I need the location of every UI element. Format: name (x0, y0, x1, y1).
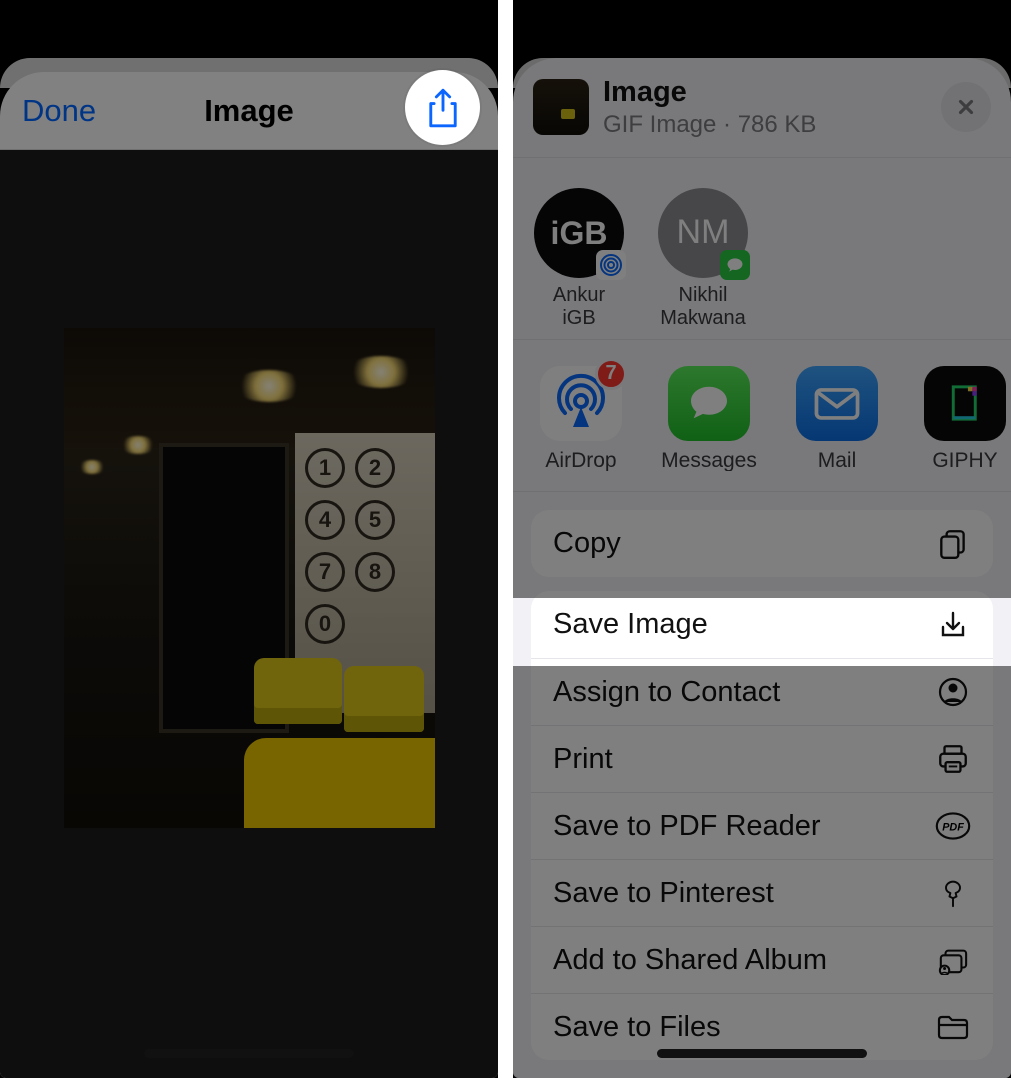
shared-album-icon (935, 942, 971, 978)
action-print[interactable]: Print (531, 725, 993, 792)
preview-image[interactable]: 1 2 4 5 7 8 0 (64, 328, 435, 828)
pdf-icon: PDF (935, 808, 971, 844)
avatar-initials: NM (677, 213, 730, 252)
action-add-shared-album[interactable]: Add to Shared Album (531, 926, 993, 993)
contact-nikhil-makwana[interactable]: NM NikhilMakwana (655, 188, 751, 319)
preview-screen: Done Image 1 2 4 5 (0, 0, 498, 1078)
share-sheet-header: Image GIF Image · 786 KB (513, 58, 1011, 158)
action-group-main: Save Image Assign to Contact (531, 591, 993, 1060)
action-label: Copy (553, 527, 621, 560)
airdrop-badge-icon (596, 250, 626, 280)
action-label: Save to PDF Reader (553, 810, 821, 843)
messages-badge-icon (720, 250, 750, 280)
header-subtitle: GIF Image · 786 KB (603, 111, 816, 139)
action-assign-contact[interactable]: Assign to Contact (531, 658, 993, 725)
actions-block: Copy Save Image (513, 492, 1011, 1078)
status-bar (513, 0, 1011, 58)
svg-text:PDF: PDF (942, 822, 964, 834)
app-label: AirDrop (529, 449, 633, 471)
status-bar (0, 0, 498, 58)
app-label: Messages (657, 449, 761, 471)
action-save-pdf-reader[interactable]: Save to PDF Reader PDF (531, 792, 993, 859)
action-label: Save to Pinterest (553, 877, 774, 910)
action-label: Assign to Contact (553, 676, 780, 709)
home-indicator[interactable] (144, 1049, 354, 1058)
action-label: Print (553, 743, 613, 776)
share-sheet-screen: Image GIF Image · 786 KB iGB (513, 0, 1011, 1078)
download-icon (935, 607, 971, 643)
airdrop-badge-count: 7 (595, 358, 627, 390)
app-label: Mail (785, 449, 889, 471)
app-airdrop[interactable]: 7 AirDrop (531, 366, 631, 471)
folder-icon (935, 1009, 971, 1045)
preview-card: Done Image 1 2 4 5 (0, 72, 498, 1078)
app-mail[interactable]: Mail (787, 366, 887, 471)
home-indicator[interactable] (657, 1049, 867, 1058)
action-save-pinterest[interactable]: Save to Pinterest (531, 859, 993, 926)
share-button-highlight[interactable] (405, 70, 480, 145)
action-copy[interactable]: Copy (531, 510, 993, 577)
app-giphy[interactable]: GIPHY (915, 366, 1011, 471)
contacts-row[interactable]: iGB AnkuriGB (513, 158, 1011, 340)
preview-body: 1 2 4 5 7 8 0 (0, 150, 498, 1078)
action-group-copy: Copy (531, 510, 993, 577)
svg-text:iGB: iGB (551, 215, 608, 251)
app-messages[interactable]: Messages (659, 366, 759, 471)
apps-row[interactable]: 7 AirDrop Messages (513, 340, 1011, 492)
contact-name: NikhilMakwana (660, 284, 746, 330)
action-save-image[interactable]: Save Image (531, 591, 993, 658)
print-icon (935, 741, 971, 777)
app-label: GIPHY (913, 449, 1011, 471)
copy-icon (935, 526, 971, 562)
contact-icon (935, 674, 971, 710)
pin-icon (935, 875, 971, 911)
done-button[interactable]: Done (22, 93, 96, 129)
header-title: Image (603, 76, 816, 109)
action-label: Add to Shared Album (553, 944, 827, 977)
contact-name: AnkuriGB (553, 284, 605, 330)
action-label: Save to Files (553, 1011, 721, 1044)
share-sheet: Image GIF Image · 786 KB iGB (513, 58, 1011, 1078)
action-label: Save Image (553, 608, 708, 641)
contact-ankur-igb[interactable]: iGB AnkuriGB (531, 188, 627, 319)
header-thumbnail[interactable] (533, 79, 589, 135)
close-button[interactable] (941, 82, 991, 132)
